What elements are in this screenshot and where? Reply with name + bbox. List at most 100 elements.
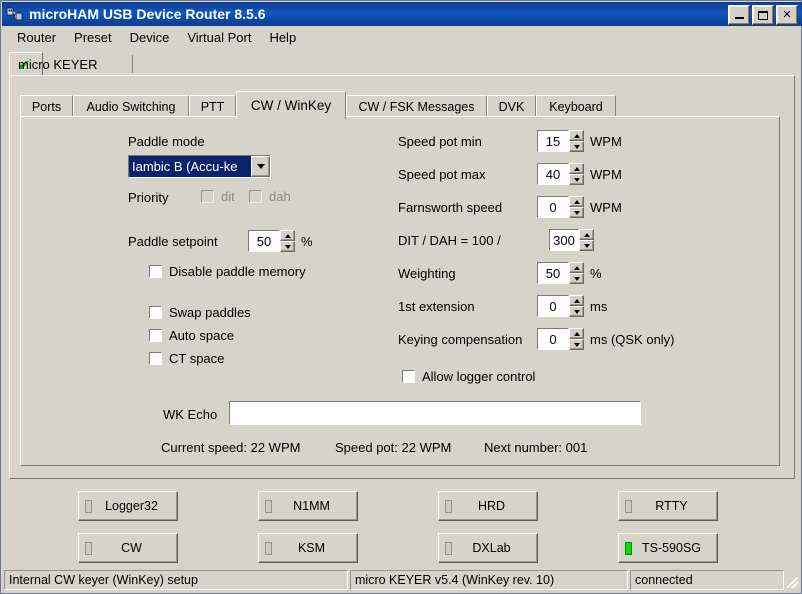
- ct-space-label: CT space: [169, 351, 225, 366]
- device-tab-micro-keyer[interactable]: ✔ micro KEYER: [9, 52, 97, 76]
- speed-pot-max-input[interactable]: 40: [537, 163, 569, 185]
- first-extension-stepper[interactable]: [569, 295, 584, 317]
- maximize-button[interactable]: [752, 5, 774, 25]
- priority-dah-checkbox[interactable]: dah: [249, 189, 291, 204]
- tab-cw-fsk-messages[interactable]: CW / FSK Messages: [346, 95, 487, 117]
- auto-space-label: Auto space: [169, 328, 235, 343]
- stepper-up-icon[interactable]: [579, 229, 594, 240]
- speed-pot-max-unit: WPM: [590, 167, 622, 182]
- app-button-label: CW: [121, 541, 142, 555]
- first-extension-label: 1st extension: [398, 299, 475, 314]
- tab-dvk[interactable]: DVK: [487, 95, 536, 117]
- menu-bar: Router Preset Device Virtual Port Help: [2, 26, 802, 48]
- first-extension-input[interactable]: 0: [537, 295, 569, 317]
- app-button-label: DXLab: [472, 541, 511, 555]
- farnsworth-speed-unit: WPM: [590, 200, 622, 215]
- app-button-hrd[interactable]: HRD: [438, 491, 538, 521]
- app-button-ksm[interactable]: KSM: [258, 533, 358, 563]
- app-button-logger32[interactable]: Logger32: [78, 491, 178, 521]
- stepper-up-icon[interactable]: [569, 163, 584, 174]
- stepper-down-icon[interactable]: [569, 141, 584, 152]
- paddle-setpoint-input[interactable]: 50: [248, 230, 280, 252]
- device-tab-divider: [132, 55, 133, 73]
- paddle-setpoint-label: Paddle setpoint: [128, 234, 218, 249]
- tab-cw-winkey[interactable]: CW / WinKey: [236, 91, 346, 119]
- app-button-label: KSM: [297, 541, 326, 555]
- menu-item-virtual-port[interactable]: Virtual Port: [178, 28, 260, 47]
- stepper-up-icon[interactable]: [569, 130, 584, 141]
- status-led-icon: [265, 499, 272, 513]
- app-button-n1mm[interactable]: N1MM: [258, 491, 358, 521]
- close-button[interactable]: ✕: [776, 5, 798, 25]
- paddle-mode-dropdown[interactable]: Iambic B (Accu-ke: [128, 155, 271, 178]
- stepper-down-icon[interactable]: [569, 339, 584, 350]
- ct-space-checkbox[interactable]: CT space: [149, 351, 224, 366]
- keying-compensation-input[interactable]: 0: [537, 328, 569, 350]
- app-button-cw[interactable]: CW: [78, 533, 178, 563]
- speed-pot-min-stepper[interactable]: [569, 130, 584, 152]
- stepper-down-icon[interactable]: [569, 174, 584, 185]
- chevron-down-icon[interactable]: [251, 156, 270, 177]
- status-led-icon: [265, 541, 272, 555]
- priority-label: Priority: [128, 190, 169, 205]
- menu-item-router[interactable]: Router: [8, 28, 65, 47]
- weighting-stepper[interactable]: [569, 262, 584, 284]
- priority-dit-checkbox[interactable]: dit: [201, 189, 235, 204]
- allow-logger-control-checkbox[interactable]: Allow logger control: [402, 369, 535, 384]
- app-button-rtty[interactable]: RTTY: [618, 491, 718, 521]
- stepper-up-icon[interactable]: [569, 196, 584, 207]
- keying-compensation-stepper[interactable]: [569, 328, 584, 350]
- application-buttons: Logger32 N1MM HRD RTTY CW KSM DXLab TS-5…: [2, 481, 802, 565]
- wk-echo-label: WK Echo: [163, 407, 218, 422]
- checkbox-box: [149, 265, 162, 278]
- stepper-up-icon[interactable]: [569, 262, 584, 273]
- weighting-input[interactable]: 50: [537, 262, 569, 284]
- disable-paddle-memory-checkbox[interactable]: Disable paddle memory: [149, 264, 306, 279]
- tab-audio-switching[interactable]: Audio Switching: [73, 95, 189, 117]
- app-button-dxlab[interactable]: DXLab: [438, 533, 538, 563]
- auto-space-checkbox[interactable]: Auto space: [149, 328, 234, 343]
- status-led-icon: [445, 541, 452, 555]
- stepper-down-icon[interactable]: [569, 207, 584, 218]
- dit-dah-stepper[interactable]: [579, 229, 594, 251]
- paddle-mode-value: Iambic B (Accu-ke: [129, 156, 251, 177]
- speed-pot-min-input[interactable]: 15: [537, 130, 569, 152]
- speed-pot-min-label: Speed pot min: [398, 134, 482, 149]
- speed-pot-max-stepper[interactable]: [569, 163, 584, 185]
- swap-paddles-checkbox[interactable]: Swap paddles: [149, 305, 251, 320]
- dit-dah-input[interactable]: 300: [549, 229, 579, 251]
- resize-grip-icon[interactable]: [786, 570, 800, 590]
- checkbox-box: [149, 306, 162, 319]
- keying-compensation-unit: ms (QSK only): [590, 332, 675, 347]
- app-button-label: RTTY: [655, 499, 688, 513]
- keying-compensation-label: Keying compensation: [398, 332, 523, 347]
- app-button-label: TS-590SG: [641, 541, 702, 555]
- stepper-up-icon[interactable]: [569, 295, 584, 306]
- wk-echo-input[interactable]: [229, 401, 641, 425]
- current-speed-status: Current speed: 22 WPM: [161, 440, 301, 455]
- tab-ptt[interactable]: PTT: [189, 95, 236, 117]
- usb-plug-icon: [6, 6, 24, 22]
- minimize-button[interactable]: [728, 5, 750, 25]
- next-number-status: Next number: 001: [484, 440, 588, 455]
- stepper-down-icon[interactable]: [569, 273, 584, 284]
- stepper-down-icon[interactable]: [280, 241, 295, 252]
- first-extension-unit: ms: [590, 299, 608, 314]
- menu-item-preset[interactable]: Preset: [65, 28, 121, 47]
- farnsworth-speed-input[interactable]: 0: [537, 196, 569, 218]
- app-button-ts-590sg[interactable]: TS-590SG: [618, 533, 718, 563]
- paddle-setpoint-stepper[interactable]: [280, 230, 295, 252]
- tab-ports[interactable]: Ports: [20, 95, 73, 117]
- status-bar-right: connected: [630, 570, 784, 590]
- stepper-up-icon[interactable]: [569, 328, 584, 339]
- farnsworth-speed-stepper[interactable]: [569, 196, 584, 218]
- stepper-down-icon[interactable]: [569, 306, 584, 317]
- stepper-up-icon[interactable]: [280, 230, 295, 241]
- status-led-icon: [625, 541, 632, 555]
- status-bar-left: Internal CW keyer (WinKey) setup: [4, 570, 348, 590]
- stepper-down-icon[interactable]: [579, 240, 594, 251]
- status-led-icon: [445, 499, 452, 513]
- menu-item-help[interactable]: Help: [260, 28, 305, 47]
- tab-keyboard[interactable]: Keyboard: [536, 95, 616, 117]
- menu-item-device[interactable]: Device: [121, 28, 179, 47]
